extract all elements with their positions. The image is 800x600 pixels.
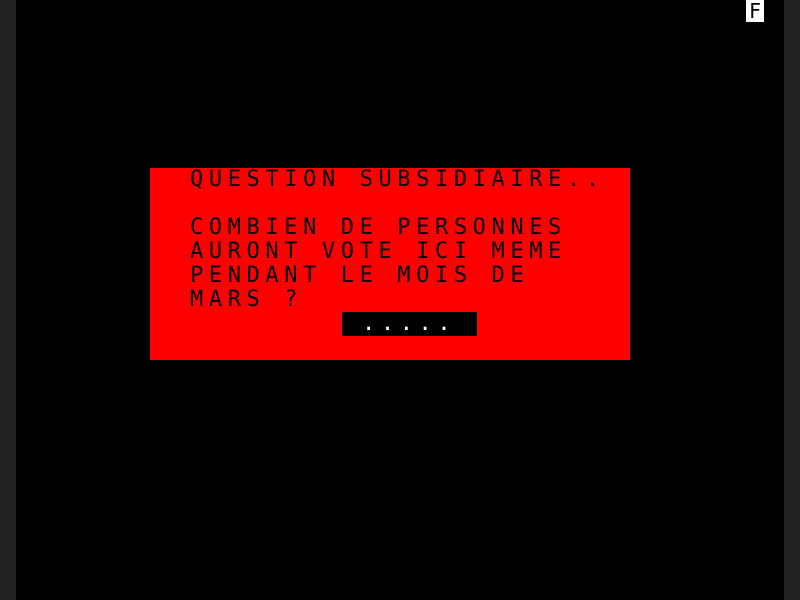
answer-input[interactable]: ..... — [342, 312, 477, 336]
question-line: AURONT VOTE ICI MEME — [190, 239, 567, 264]
question-line: MARS ? — [190, 287, 304, 312]
question-line: COMBIEN DE PERSONNES — [190, 215, 567, 240]
question-line: PENDANT LE MOIS DE — [190, 263, 530, 288]
status-indicator: F — [746, 0, 764, 22]
dialog-title: QUESTION SUBSIDIAIRE.. — [190, 167, 605, 192]
